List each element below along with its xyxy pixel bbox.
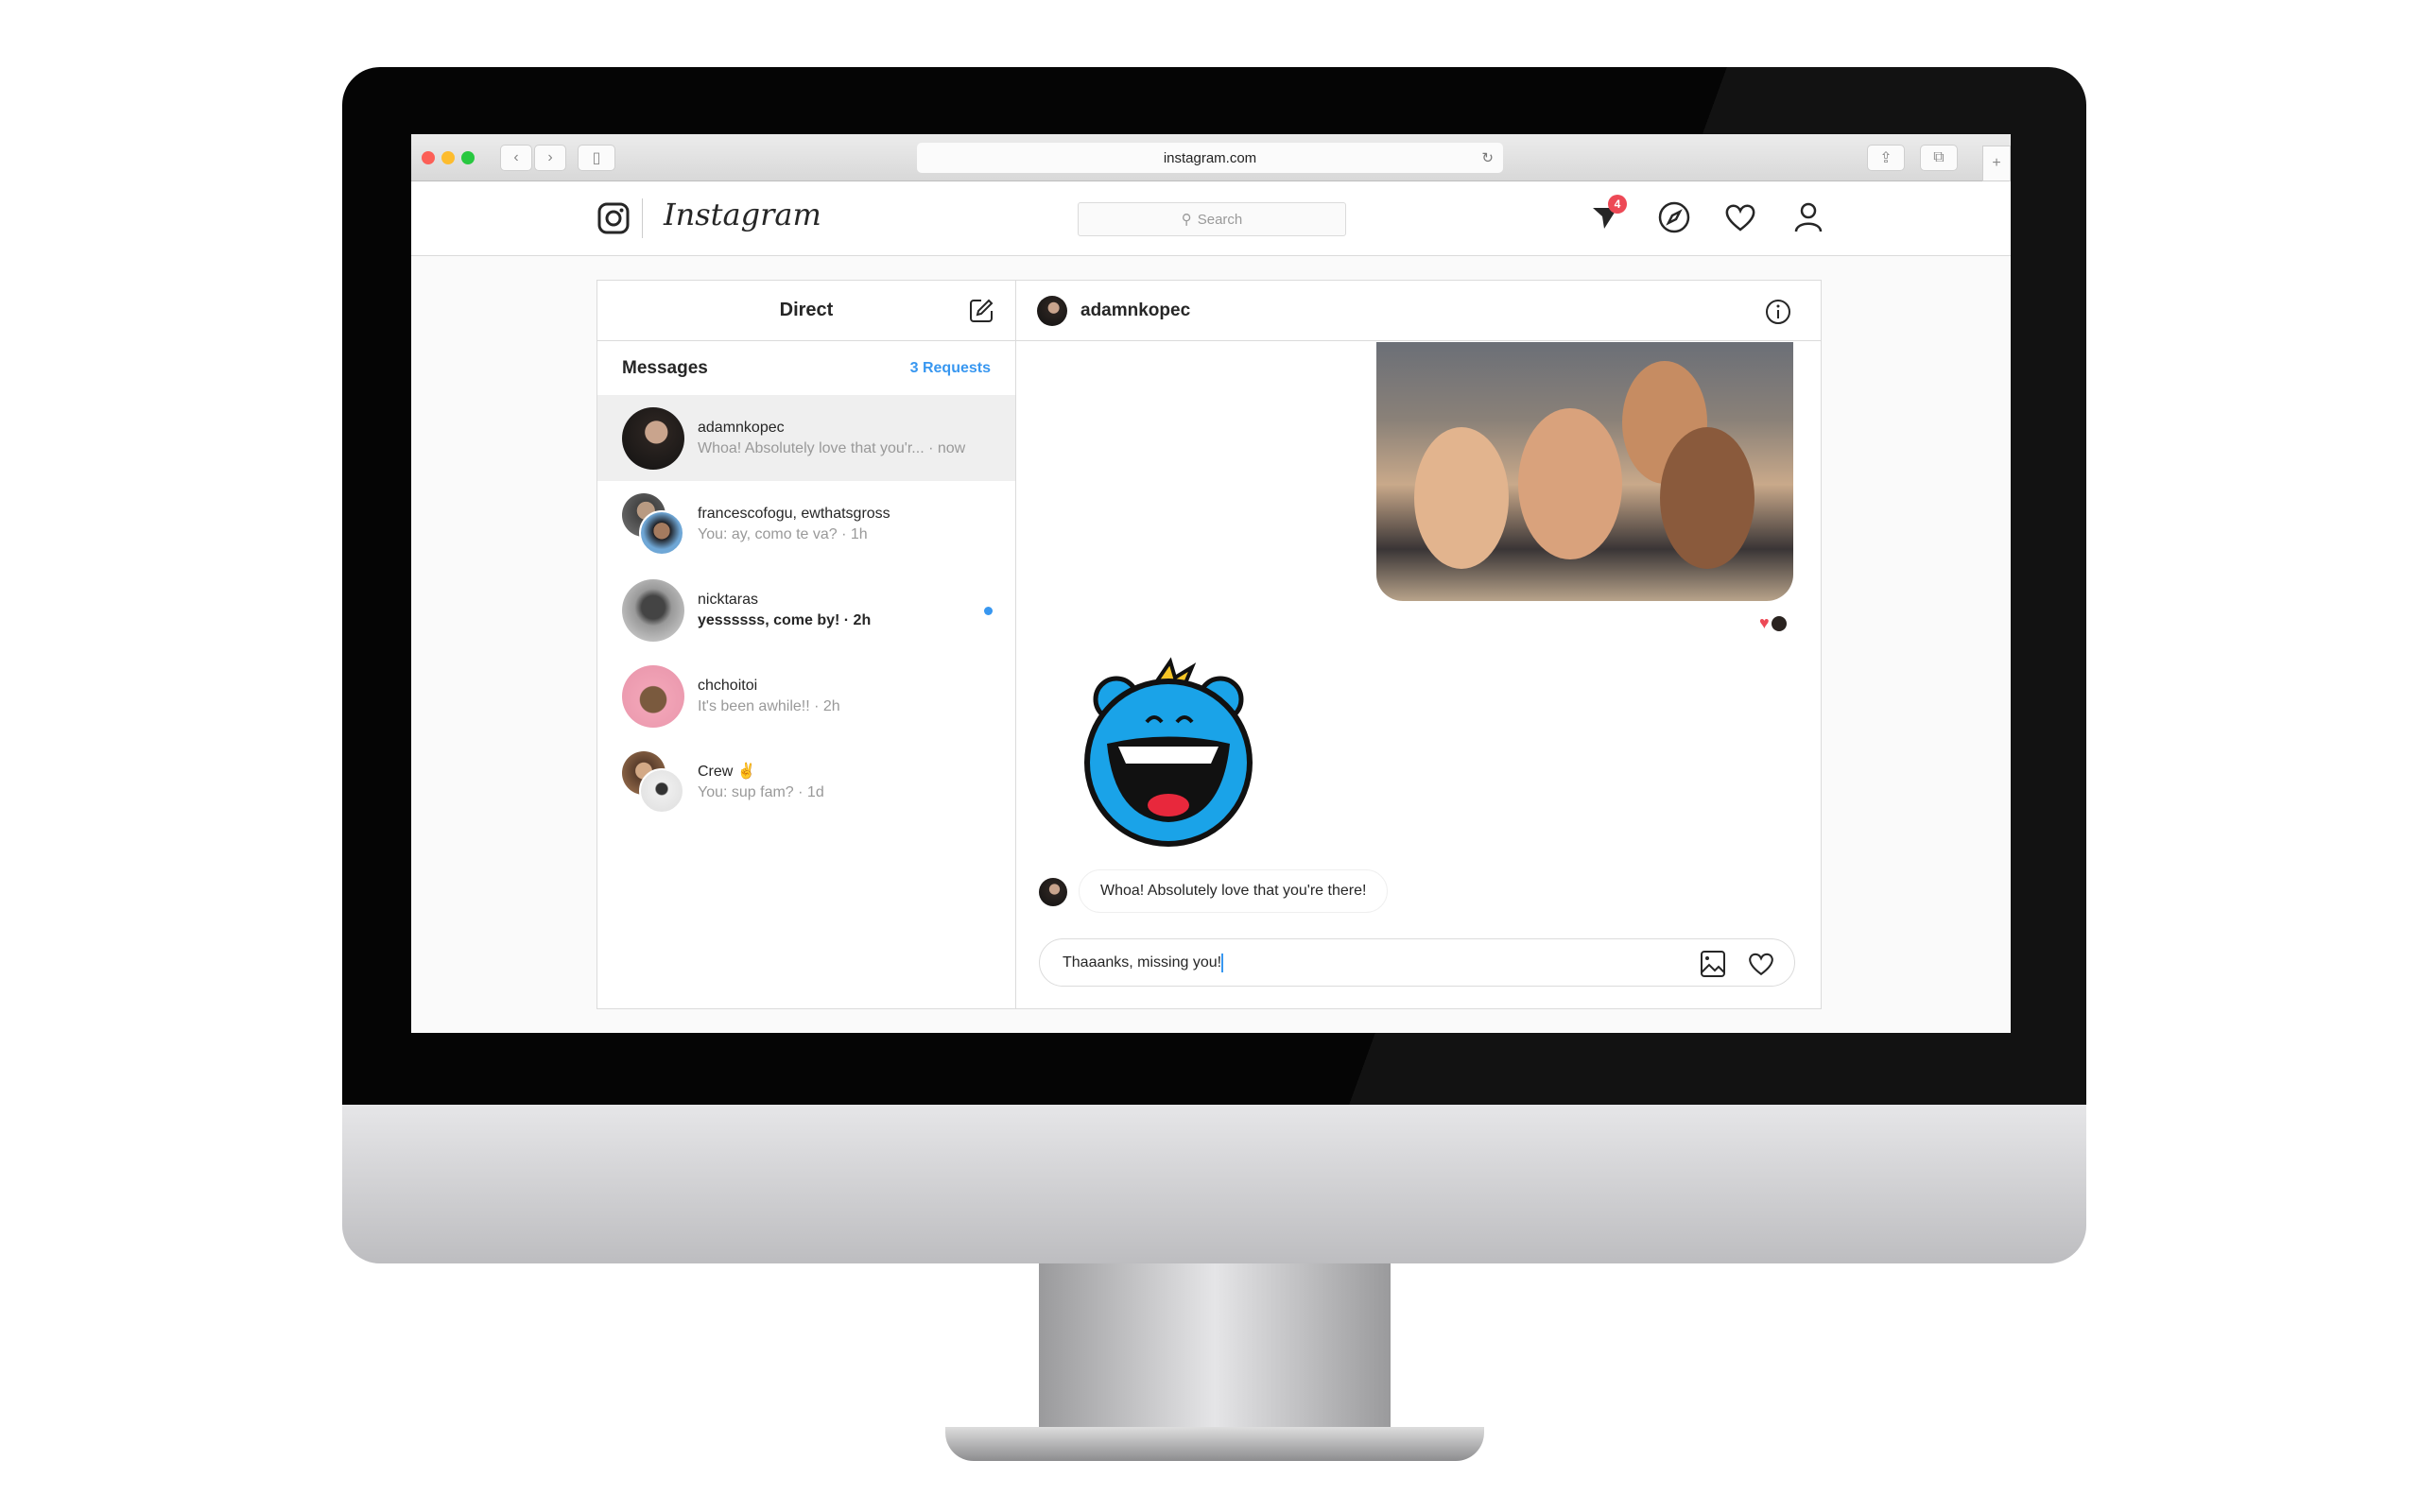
instagram-camera-icon[interactable]	[596, 201, 631, 235]
instagram-header: Instagram ⚲ Search 4	[411, 181, 2011, 256]
message-input[interactable]: Thaaanks, missing you!	[1039, 938, 1795, 987]
monitor-stand	[1039, 1263, 1391, 1434]
text-cursor	[1221, 953, 1224, 972]
conversation-item[interactable]: chchoitoi It's been awhile!! · 2h	[597, 653, 1015, 739]
address-bar[interactable]: instagram.com ↻	[917, 143, 1503, 173]
browser-window: ‹ › ▯ instagram.com ↻ ⇪ ⧉ + Instagram ⚲ S…	[411, 134, 2011, 1033]
share-button[interactable]: ⇪	[1867, 145, 1905, 171]
search-placeholder: Search	[1197, 211, 1243, 228]
monitor-base	[945, 1427, 1484, 1461]
plus-icon: +	[1992, 155, 2001, 171]
logo-divider	[642, 198, 643, 238]
monitor-chin	[342, 1105, 2086, 1263]
conversation-item[interactable]: francescofogu, ewthatsgross You: ay, como…	[597, 481, 1015, 567]
safari-toolbar: ‹ › ▯ instagram.com ↻ ⇪ ⧉ +	[411, 134, 2011, 181]
messages-label: Messages	[622, 357, 708, 378]
message-text: Whoa! Absolutely love that you're there!	[1100, 883, 1367, 899]
laughing-bear-sticker[interactable]	[1080, 654, 1256, 852]
image-upload-icon[interactable]	[1700, 950, 1726, 978]
tabs-icon: ⧉	[1933, 149, 1945, 165]
conversation-item[interactable]: Crew ✌️ You: sup fam? · 1d	[597, 739, 1015, 825]
conversation-name: francescofogu, ewthatsgross	[698, 505, 890, 522]
maximize-window-button[interactable]	[461, 151, 475, 164]
chat-avatar[interactable]	[1037, 295, 1067, 326]
profile-icon[interactable]	[1791, 200, 1825, 234]
minimize-window-button[interactable]	[441, 151, 455, 164]
conversation-preview: Whoa! Absolutely love that you'r... · no…	[698, 439, 966, 456]
reload-icon[interactable]: ↻	[1481, 149, 1494, 166]
info-icon[interactable]	[1764, 298, 1792, 326]
shared-photo[interactable]	[1376, 342, 1793, 601]
sender-avatar	[1039, 878, 1067, 906]
messages-row: Messages 3 Requests	[597, 341, 1015, 395]
notification-badge: 4	[1608, 195, 1627, 214]
group-avatar	[622, 750, 684, 814]
direct-title: Direct	[779, 300, 834, 320]
search-icon: ⚲	[1181, 212, 1192, 228]
conversation-name: nicktaras	[698, 591, 759, 608]
unread-indicator	[984, 607, 993, 615]
conversation-name: adamnkopec	[698, 419, 785, 436]
direct-panel: Direct Messages 3 Requests adamnkopec Who…	[596, 280, 1822, 1009]
explore-compass-icon[interactable]	[1657, 200, 1691, 234]
new-message-compose-icon[interactable]	[968, 298, 994, 324]
received-message-bubble: Whoa! Absolutely love that you're there!	[1079, 869, 1389, 913]
conversation-item[interactable]: adamnkopec Whoa! Absolutely love that you…	[597, 395, 1015, 481]
chat-header: adamnkopec	[1016, 281, 1821, 341]
avatar	[622, 578, 684, 642]
conversation-name: Crew ✌️	[698, 763, 756, 780]
share-icon: ⇪	[1879, 150, 1893, 166]
conversation-item[interactable]: nicktaras yessssss, come by! · 2h	[597, 567, 1015, 653]
conversation-preview: You: sup fam? · 1d	[698, 783, 824, 800]
conversation-preview: It's been awhile!! · 2h	[698, 697, 840, 714]
activity-heart-icon[interactable]	[1723, 200, 1757, 234]
group-avatar	[622, 492, 684, 556]
conversation-name: chchoitoi	[698, 677, 758, 694]
conversation-list-pane: Direct Messages 3 Requests adamnkopec Who…	[597, 281, 1016, 1008]
sidebar-toggle-button[interactable]: ▯	[578, 145, 615, 171]
avatar	[622, 406, 684, 470]
tabs-button[interactable]: ⧉	[1920, 145, 1958, 171]
sidebar-icon: ▯	[592, 150, 601, 166]
message-input-value: Thaaanks, missing you!	[1063, 954, 1222, 971]
search-input[interactable]: ⚲ Search	[1078, 202, 1346, 236]
instagram-logo[interactable]: Instagram	[664, 197, 821, 232]
reactor-avatar	[1771, 615, 1787, 631]
photo-reactions: ♥	[1759, 613, 1787, 633]
conversation-preview: yessssss, come by! · 2h	[698, 611, 872, 628]
close-window-button[interactable]	[422, 151, 435, 164]
chevron-right-icon: ›	[547, 149, 553, 165]
back-button[interactable]: ‹	[500, 145, 532, 171]
requests-link[interactable]: 3 Requests	[910, 360, 991, 377]
url-text: instagram.com	[1163, 149, 1257, 166]
forward-button[interactable]: ›	[534, 145, 566, 171]
like-heart-icon[interactable]	[1747, 950, 1775, 978]
conversation-preview: You: ay, como te va? · 1h	[698, 525, 868, 542]
chevron-left-icon: ‹	[513, 149, 519, 165]
chat-username[interactable]: adamnkopec	[1080, 301, 1190, 321]
heart-reaction-icon: ♥	[1759, 613, 1770, 632]
chat-pane: adamnkopec ♥ Whoa! Absolutely love that …	[1016, 281, 1821, 1008]
new-tab-button[interactable]: +	[1982, 146, 2011, 181]
avatar	[622, 664, 684, 728]
direct-header: Direct	[597, 281, 1015, 341]
